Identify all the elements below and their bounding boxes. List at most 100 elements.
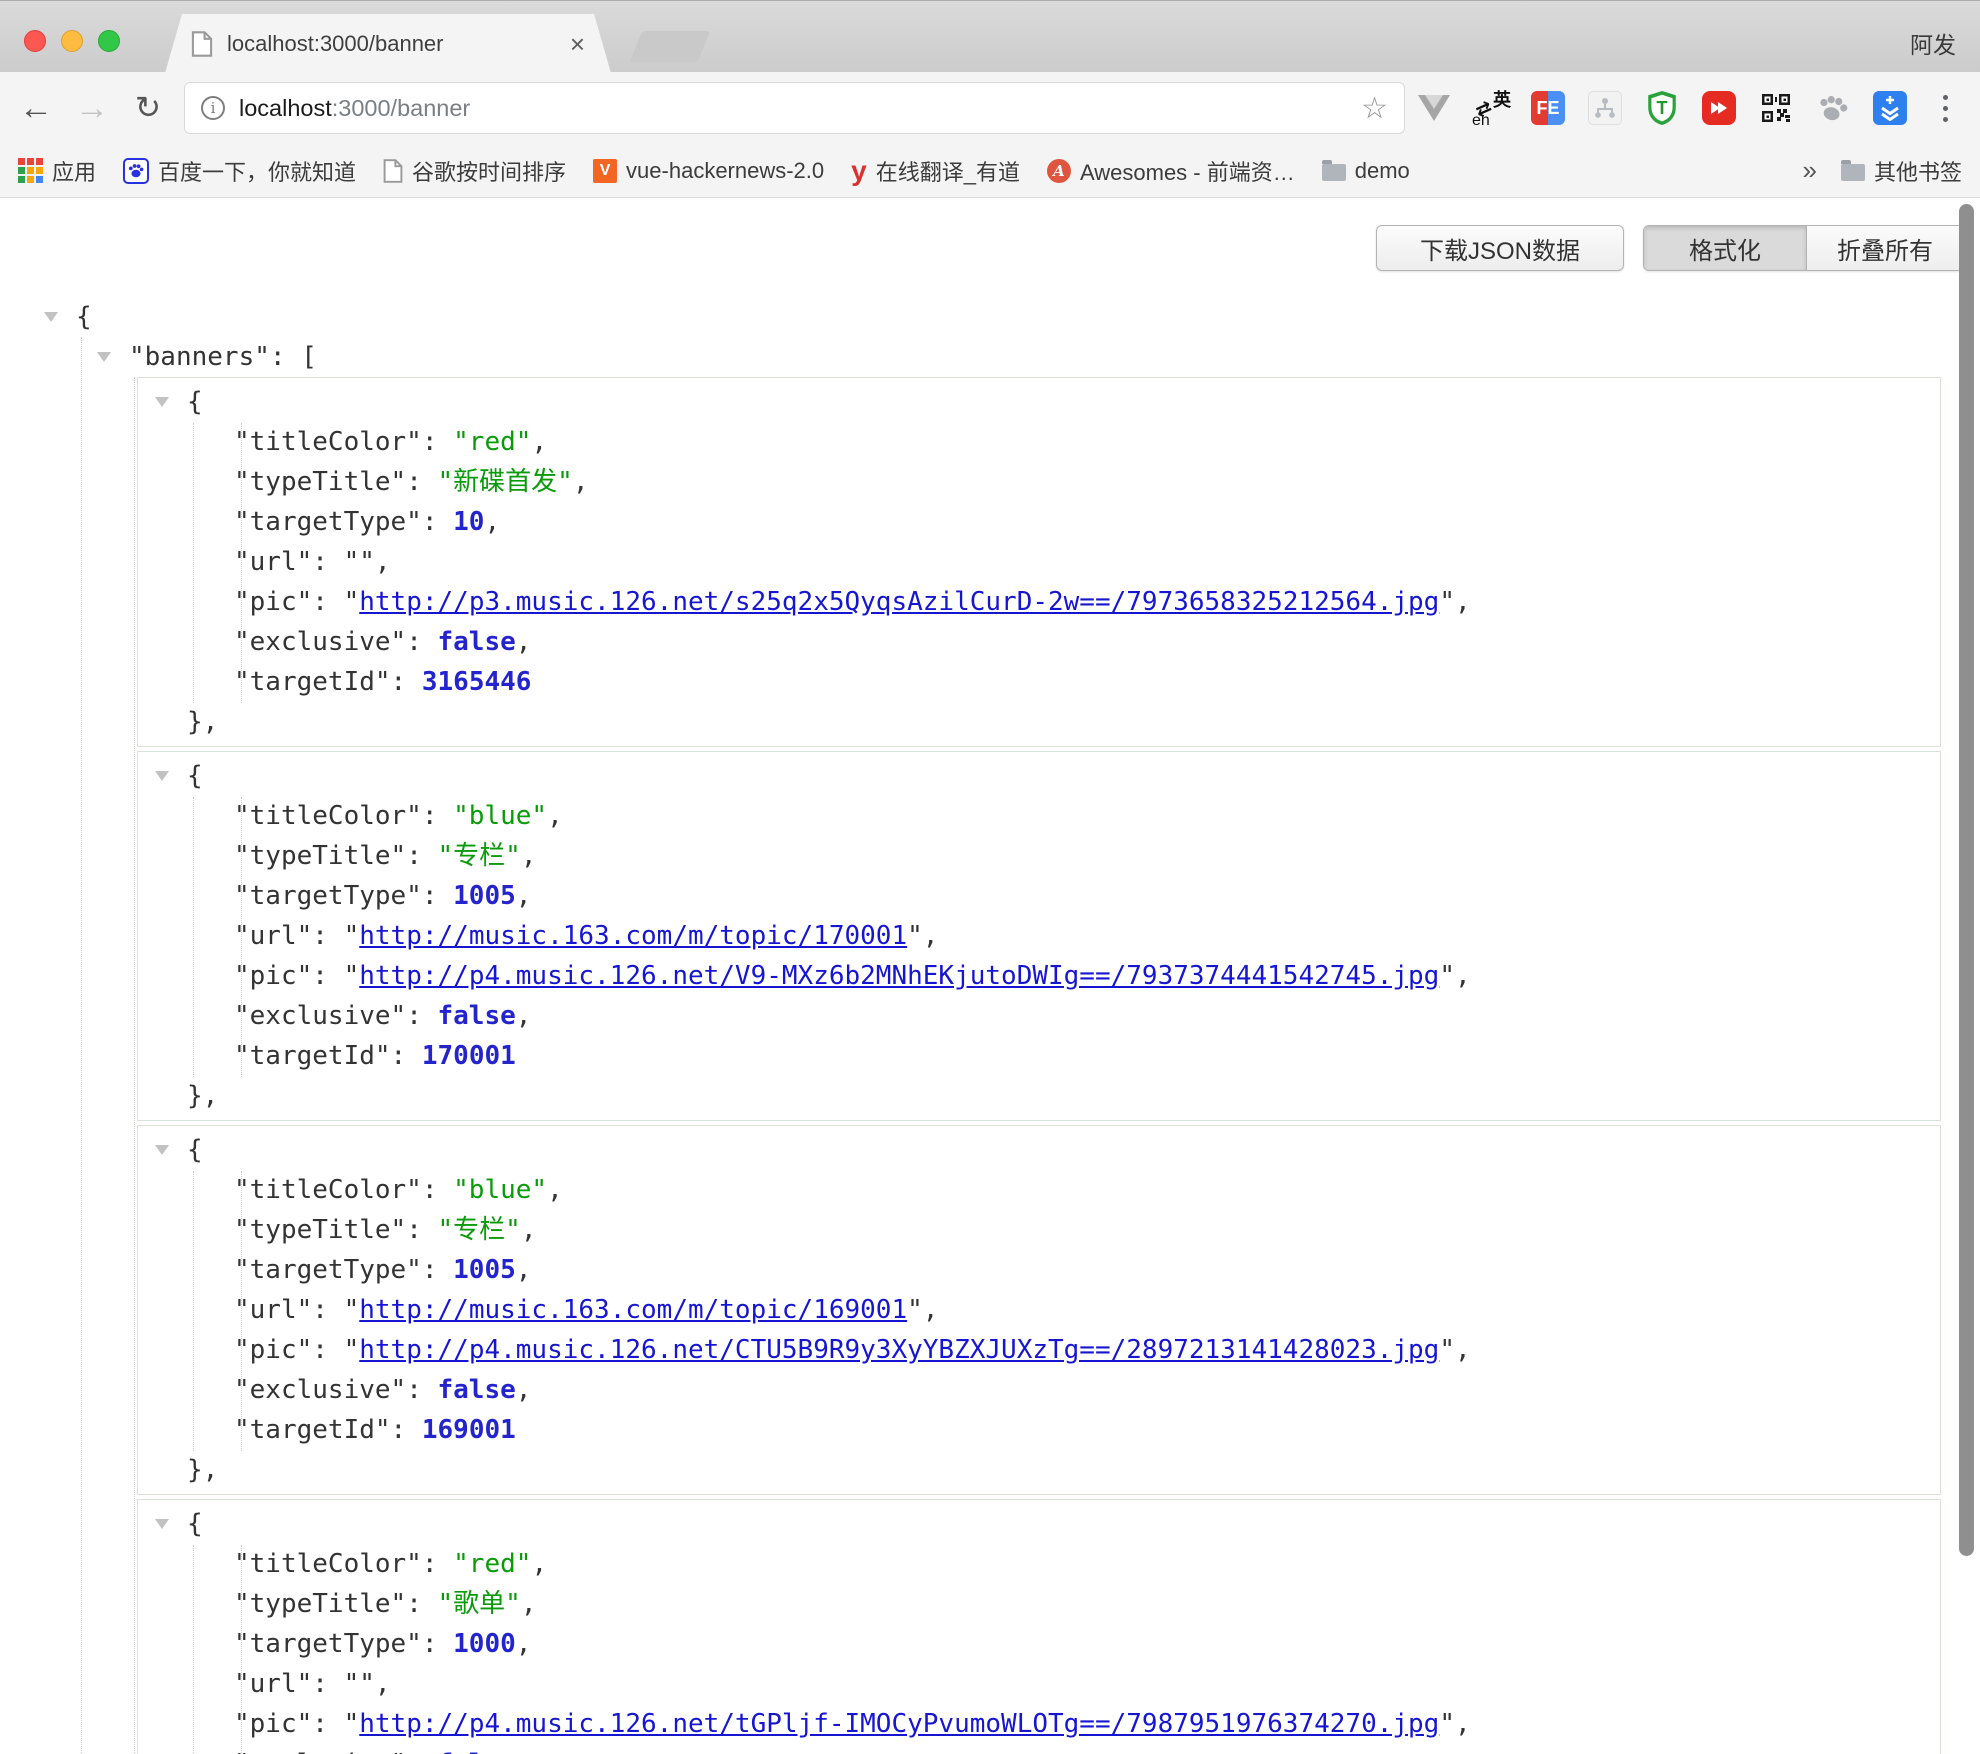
json-token: "exclusive" (234, 627, 406, 657)
json-root-children: "banners": [{"titleColor": "red","typeTi… (0, 337, 1980, 1754)
collapse-toggle-icon[interactable] (155, 1145, 169, 1155)
site-info-icon[interactable]: i (201, 96, 225, 120)
json-token: : (422, 507, 453, 537)
json-token: , (1455, 587, 1471, 617)
sitemap-extension-icon[interactable] (1583, 86, 1627, 130)
json-token: : (391, 667, 422, 697)
json-token: : (312, 1709, 343, 1739)
browser-tab[interactable]: localhost:3000/banner × (165, 14, 611, 73)
json-token: : (312, 961, 343, 991)
json-token: : (406, 1001, 437, 1031)
json-token: , (573, 467, 589, 497)
json-token: "专栏" (438, 1215, 521, 1245)
collector-extension-icon[interactable] (1868, 86, 1912, 130)
collapse-toggle-icon[interactable] (155, 397, 169, 407)
bookmark-label: 应用 (52, 155, 96, 187)
url-host: localhost (239, 95, 332, 121)
json-token: , (1455, 961, 1471, 991)
json-token: , (531, 1549, 547, 1579)
indent-guide (134, 377, 135, 1754)
json-row: { (0, 297, 1980, 337)
banner-object-box: {"titleColor": "red","typeTitle": "歌单","… (137, 1499, 1941, 1754)
json-token: , (516, 627, 532, 657)
json-url-link[interactable]: http://music.163.com/m/topic/169001 (359, 1295, 907, 1325)
json-token: : (422, 1255, 453, 1285)
bookmark-item-awesomes[interactable]: A Awesomes - 前端资… (1047, 155, 1295, 187)
json-token: "url" (234, 1669, 312, 1699)
bookmark-star-icon[interactable]: ☆ (1361, 91, 1388, 126)
forward-button[interactable]: → (70, 86, 114, 130)
window-close-button[interactable] (24, 30, 46, 52)
json-row: { (138, 756, 1940, 796)
bookmark-label: 在线翻译_有道 (876, 155, 1020, 187)
json-token: " (344, 921, 360, 951)
paw-extension-icon[interactable] (1811, 86, 1855, 130)
json-row: "titleColor": "red", (138, 1544, 1940, 1584)
qrcode-extension-icon[interactable] (1754, 86, 1798, 130)
json-row: "targetType": 10, (138, 502, 1940, 542)
json-token: , (516, 1629, 532, 1659)
format-button[interactable]: 格式化 (1644, 226, 1806, 270)
json-token: "url" (234, 547, 312, 577)
json-row: }, (138, 1450, 1940, 1490)
json-array-items: {"titleColor": "red","typeTitle": "新碟首发"… (137, 377, 1941, 1754)
folder-icon (1841, 164, 1865, 181)
bookmark-item-apps[interactable]: 应用 (18, 155, 96, 187)
collapse-toggle-icon[interactable] (155, 771, 169, 781)
json-token: : (312, 587, 343, 617)
json-url-link[interactable]: http://p3.music.126.net/s25q2x5QyqsAzilC… (359, 587, 1439, 617)
json-token: "targetId" (234, 1415, 391, 1445)
browser-menu-button[interactable] (1928, 86, 1962, 130)
json-token: " (344, 1335, 360, 1365)
apps-grid-icon (18, 158, 43, 183)
json-token: 1000 (453, 1629, 516, 1659)
json-row: { (138, 382, 1940, 422)
collapse-toggle-icon[interactable] (97, 352, 111, 362)
indent-guide (81, 337, 82, 1754)
back-button[interactable]: ← (14, 86, 58, 130)
bookmark-item-baidu[interactable]: 百度一下，你就知道 (123, 155, 356, 187)
fe-extension-icon[interactable]: FE (1526, 86, 1570, 130)
new-tab-button[interactable] (630, 31, 711, 62)
collapse-toggle-icon[interactable] (44, 312, 58, 322)
json-row: }, (138, 1076, 1940, 1116)
json-row: { (138, 1504, 1940, 1544)
json-token: "url" (234, 921, 312, 951)
tab-close-icon[interactable]: × (570, 31, 585, 57)
json-url-link[interactable]: http://p4.music.126.net/CTU5B9R9y3XyYBZX… (359, 1335, 1439, 1365)
window-zoom-button[interactable] (98, 30, 120, 52)
json-row: "targetId": 170001 (138, 1036, 1940, 1076)
window-minimize-button[interactable] (61, 30, 83, 52)
vertical-scrollbar-thumb[interactable] (1959, 204, 1974, 1556)
other-bookmarks-folder[interactable]: 其他书签 (1841, 155, 1962, 187)
bookmark-item-youdao[interactable]: y 在线翻译_有道 (851, 155, 1020, 187)
translate-extension-icon[interactable]: 英 ⇄ en (1469, 86, 1513, 130)
json-url-link[interactable]: http://music.163.com/m/topic/170001 (359, 921, 907, 951)
json-token: 10 (453, 507, 484, 537)
tampermonkey-extension-icon[interactable]: T (1640, 86, 1684, 130)
bookmark-label: 百度一下，你就知道 (158, 155, 356, 187)
json-token: 169001 (422, 1415, 516, 1445)
fastforward-extension-icon[interactable] (1697, 86, 1741, 130)
collapse-all-button[interactable]: 折叠所有 (1806, 226, 1963, 270)
awesomes-a-icon: A (1047, 159, 1071, 183)
bookmark-item-demo[interactable]: demo (1322, 158, 1410, 184)
json-row: }, (138, 702, 1940, 742)
json-token: { (187, 1509, 203, 1539)
json-url-link[interactable]: http://p4.music.126.net/V9-MXz6b2MNhEKju… (359, 961, 1439, 991)
bookmark-item-google-sort[interactable]: 谷歌按时间排序 (383, 155, 566, 187)
reload-button[interactable]: ↻ (126, 86, 170, 130)
bookmark-item-vue-hackernews[interactable]: V vue-hackernews-2.0 (593, 158, 824, 184)
json-token: " (344, 587, 360, 617)
json-token: "titleColor" (234, 427, 422, 457)
bookmark-label: 谷歌按时间排序 (412, 155, 566, 187)
json-token: " (907, 1295, 923, 1325)
json-token: : (422, 801, 453, 831)
address-bar[interactable]: i localhost:3000/banner ☆ (184, 82, 1405, 134)
vue-devtools-extension-icon[interactable] (1412, 86, 1456, 130)
download-json-button[interactable]: 下载JSON数据 (1376, 225, 1624, 271)
bookmarks-overflow-chevron[interactable]: » (1803, 155, 1817, 186)
json-url-link[interactable]: http://p4.music.126.net/tGPljf-IMOCyPvum… (359, 1709, 1439, 1739)
json-token: : (312, 921, 343, 951)
collapse-toggle-icon[interactable] (155, 1519, 169, 1529)
